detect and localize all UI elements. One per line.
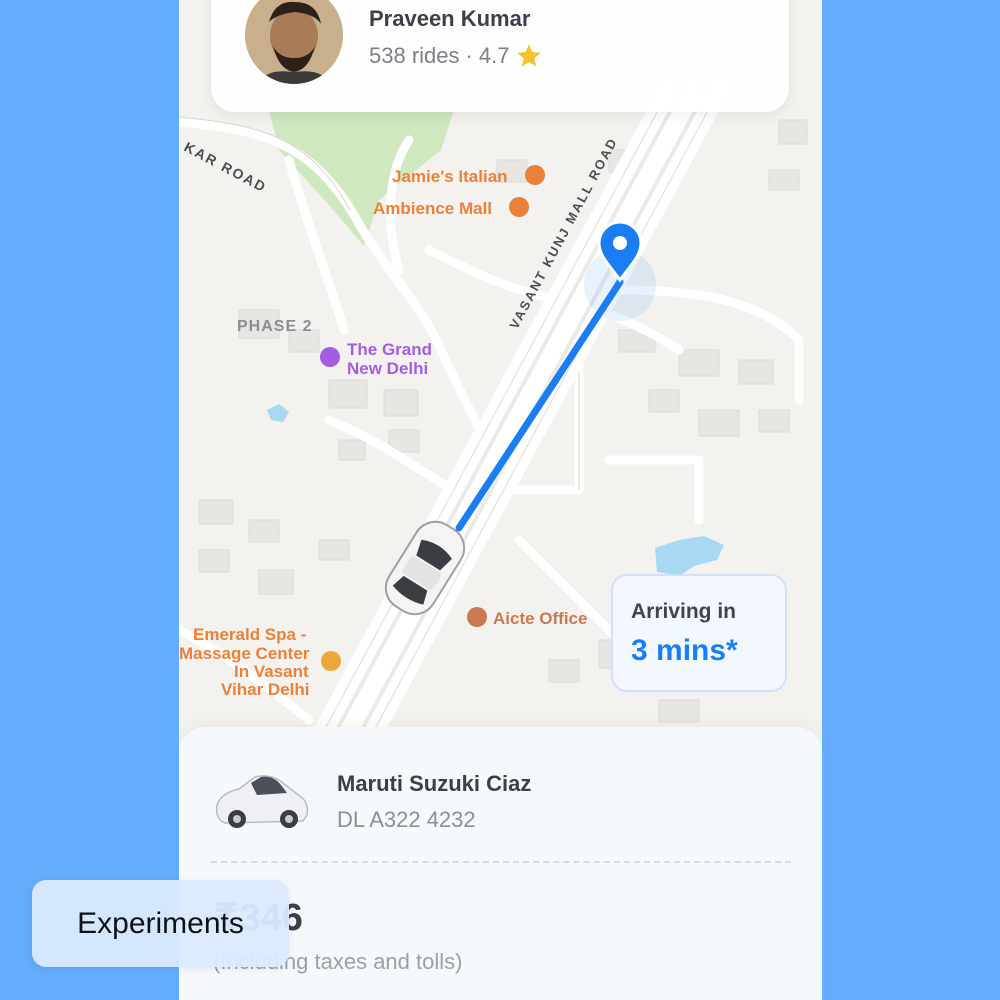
driver-stats: 538 rides · 4.7 xyxy=(369,42,543,70)
vehicle-plate: DL A322 4232 xyxy=(337,807,476,832)
area-label-phase2: PHASE 2 xyxy=(237,318,312,335)
eta-label: Arriving in xyxy=(631,600,737,623)
ride-count: 538 rides xyxy=(369,43,460,68)
driver-avatar[interactable] xyxy=(245,0,343,84)
road-label-kar: KAR ROAD xyxy=(182,139,270,196)
driver-card[interactable]: Praveen Kumar 538 rides · 4.7 xyxy=(211,0,789,112)
car-thumbnail-icon xyxy=(215,775,309,828)
poi-label-emerald-4: Vihar Delhi xyxy=(221,680,310,699)
poi-label-grand-2: New Delhi xyxy=(347,359,428,378)
spa-icon xyxy=(321,651,341,671)
divider xyxy=(211,861,791,863)
office-icon xyxy=(467,607,487,627)
restaurant-icon xyxy=(525,165,545,185)
lake xyxy=(655,536,724,576)
pond xyxy=(267,404,289,422)
eta-card: Arriving in 3 mins* xyxy=(611,574,787,692)
poi-label-emerald-2: Massage Center xyxy=(179,644,310,663)
driver-name: Praveen Kumar xyxy=(369,6,531,31)
shopping-icon xyxy=(509,197,529,217)
experiments-button[interactable]: Experiments xyxy=(32,880,289,967)
hotel-icon xyxy=(320,347,340,367)
poi-label-ambience: Ambience Mall xyxy=(373,199,492,218)
vehicle-model: Maruti Suzuki Ciaz xyxy=(337,771,532,796)
poi-label-grand-1: The Grand xyxy=(347,340,432,359)
meta-separator: · xyxy=(465,43,473,68)
driver-photo xyxy=(245,0,343,84)
poi-label-aicte: Aicte Office xyxy=(493,609,587,628)
poi-label-emerald-3: In Vasant xyxy=(234,662,309,681)
driver-rating: 4.7 xyxy=(478,43,510,68)
poi-label-jamies: Jamie's Italian xyxy=(392,167,508,186)
star-icon xyxy=(517,44,542,67)
eta-value: 3 mins* xyxy=(631,634,738,667)
phone-screen: KAR ROAD VASANT KUNJ MALL ROAD Jamie's I… xyxy=(179,0,822,1000)
poi-label-emerald-1: Emerald Spa - xyxy=(193,625,306,644)
